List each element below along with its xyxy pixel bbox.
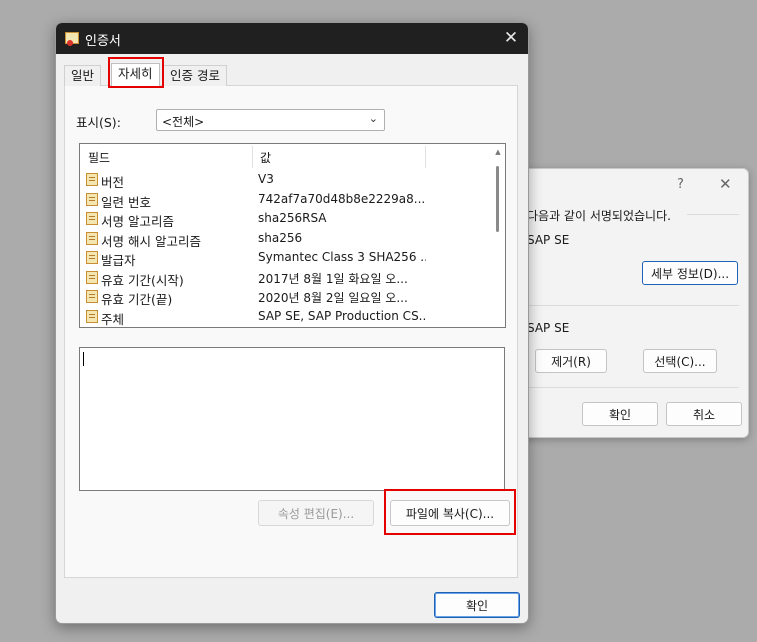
list-item[interactable]: 유효 기간(시작) 2017년 8월 1일 화요일 오... [80, 268, 490, 288]
field-icon [86, 231, 98, 245]
bg-ok-button[interactable]: 확인 [582, 402, 658, 426]
field-detail-textbox[interactable] [79, 347, 505, 491]
field-icon [86, 309, 98, 323]
signature-text: 다음과 같이 서명되었습니다. [527, 209, 671, 223]
field-name: 일련 번호 [101, 194, 151, 210]
field-value: 2017년 8월 1일 화요일 오... [258, 271, 408, 286]
details-button[interactable]: 세부 정보(D)... [642, 261, 738, 285]
field-icon [86, 212, 98, 225]
list-item[interactable]: 주체 SAP SE, SAP Production CS... [80, 307, 490, 327]
show-dropdown[interactable]: <전체> ⌄ [156, 109, 385, 131]
list-item[interactable]: 서명 해시 알고리즘 sha256 [80, 229, 490, 249]
title-bar: 인증서 ✕ [56, 23, 528, 54]
list-item[interactable]: 서명 알고리즘 sha256RSA [80, 209, 490, 229]
show-dropdown-value: <전체> [162, 115, 205, 129]
text-caret [83, 352, 84, 366]
field-value: Symantec Class 3 SHA256 ... [258, 250, 426, 264]
signer-name: SAP SE [527, 233, 570, 247]
field-value: sha256RSA [258, 211, 327, 225]
field-value: SAP SE, SAP Production CS... [258, 308, 426, 323]
list-item[interactable]: 발급자 Symantec Class 3 SHA256 ... [80, 248, 490, 268]
field-icon [86, 251, 98, 264]
field-icon [86, 290, 98, 303]
dialog-title: 인증서 [85, 34, 121, 49]
details-tab-highlight [108, 57, 164, 88]
remove-button[interactable]: 제거(R) [535, 349, 607, 373]
field-name: 유효 기간(시작) [101, 272, 184, 288]
field-icon [86, 173, 98, 186]
chevron-down-icon: ⌄ [368, 112, 378, 125]
vertical-scrollbar[interactable]: ▲ [493, 148, 503, 324]
field-icon [86, 270, 98, 284]
list-header: 필드 값 [80, 144, 490, 168]
field-value: 2020년 8월 2일 일요일 오... [258, 291, 408, 305]
scroll-thumb[interactable] [496, 166, 499, 232]
list-item[interactable]: 유효 기간(끝) 2020년 8월 2일 일요일 오... [80, 287, 490, 307]
show-label: 표시(S): [76, 115, 121, 130]
field-name: 서명 알고리즘 [101, 214, 174, 229]
field-name: 버전 [101, 175, 125, 190]
field-name: 유효 기간(끝) [101, 292, 173, 307]
close-icon[interactable]: ✕ [500, 27, 522, 49]
field-value: V3 [258, 172, 274, 186]
copy-to-file-highlight [384, 489, 516, 535]
select-button[interactable]: 선택(C)... [643, 349, 717, 373]
column-header-field[interactable]: 필드 [88, 149, 110, 166]
scroll-up-icon[interactable]: ▲ [493, 148, 503, 156]
field-list[interactable]: 필드 값 버전 V3 일련 번호 742af7a70d48b8e2229a8..… [79, 143, 506, 328]
signer-name-2: SAP SE [527, 321, 570, 335]
field-name: 발급자 [101, 253, 136, 268]
field-icon [86, 192, 98, 206]
field-name: 주체 [101, 311, 125, 327]
tab-general[interactable]: 일반 [64, 65, 102, 86]
list-item[interactable]: 일련 번호 742af7a70d48b8e2229a8... [80, 190, 490, 210]
field-name: 서명 해시 알고리즘 [101, 233, 201, 249]
list-item[interactable]: 버전 V3 [80, 170, 490, 190]
certificate-icon [65, 32, 79, 46]
background-signature-dialog: ? ✕ 다음과 같이 서명되었습니다. SAP SE 세부 정보(D)... S… [520, 168, 749, 438]
ok-button[interactable]: 확인 [434, 592, 520, 618]
certificate-dialog: 인증서 ✕ 일반 자세히 인증 경로 표시(S): <전체> ⌄ 필드 값 버전… [55, 22, 529, 624]
help-icon[interactable]: ? [677, 177, 684, 192]
bg-cancel-button[interactable]: 취소 [666, 402, 742, 426]
close-icon[interactable]: ✕ [719, 175, 732, 193]
edit-properties-button[interactable]: 속성 편집(E)... [258, 500, 374, 526]
field-value: 742af7a70d48b8e2229a8... [258, 191, 426, 206]
field-value: sha256 [258, 230, 303, 245]
tab-certification-path[interactable]: 인증 경로 [163, 65, 227, 86]
column-header-value[interactable]: 값 [260, 149, 271, 166]
